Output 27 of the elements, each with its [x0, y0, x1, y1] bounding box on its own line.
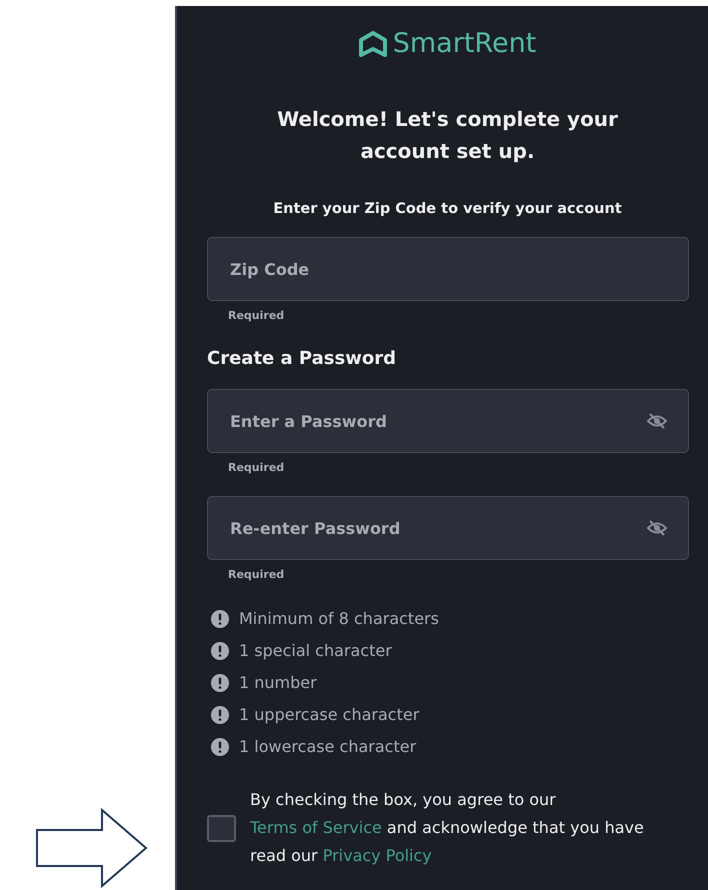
- section-title: Create a Password: [207, 348, 397, 369]
- house-logo-icon: [358, 30, 387, 56]
- exclamation-icon: [211, 610, 229, 628]
- hidden-eye-icon[interactable]: [647, 520, 667, 536]
- requirement-text: 1 lowercase character: [239, 737, 416, 756]
- exclamation-icon: [211, 706, 229, 724]
- requirement-text: Minimum of 8 characters: [239, 609, 439, 628]
- exclamation-icon: [211, 674, 229, 692]
- zip-code-field[interactable]: Zip Code: [207, 237, 689, 301]
- required-hint: Required: [228, 568, 286, 581]
- agreement-checkbox[interactable]: [207, 814, 236, 842]
- password-field[interactable]: Re-enter Password: [207, 496, 689, 560]
- password-field[interactable]: Enter a Password: [207, 389, 689, 453]
- terms-link[interactable]: Terms of Service: [250, 818, 382, 837]
- requirement-text: 1 number: [239, 673, 317, 692]
- hidden-eye-icon[interactable]: [647, 413, 667, 429]
- agreement-text: By checking the box, you agree to our Terms of Service and acknowledge that you have read our Privacy Policy: [250, 789, 645, 867]
- exclamation-icon: [211, 738, 229, 756]
- logo-text: SmartRent: [392, 28, 536, 59]
- required-hint: Required: [228, 461, 286, 474]
- requirement-text: 1 uppercase character: [239, 705, 420, 724]
- welcome-heading: Welcome! Let's complete your account set up.: [276, 106, 619, 165]
- exclamation-icon: [211, 642, 229, 660]
- privacy-link[interactable]: Privacy Policy: [322, 846, 432, 865]
- required-hint: Required: [228, 309, 286, 322]
- zip-instruction: Enter your Zip Code to verify your account: [272, 201, 623, 217]
- requirement-text: 1 special character: [239, 641, 392, 660]
